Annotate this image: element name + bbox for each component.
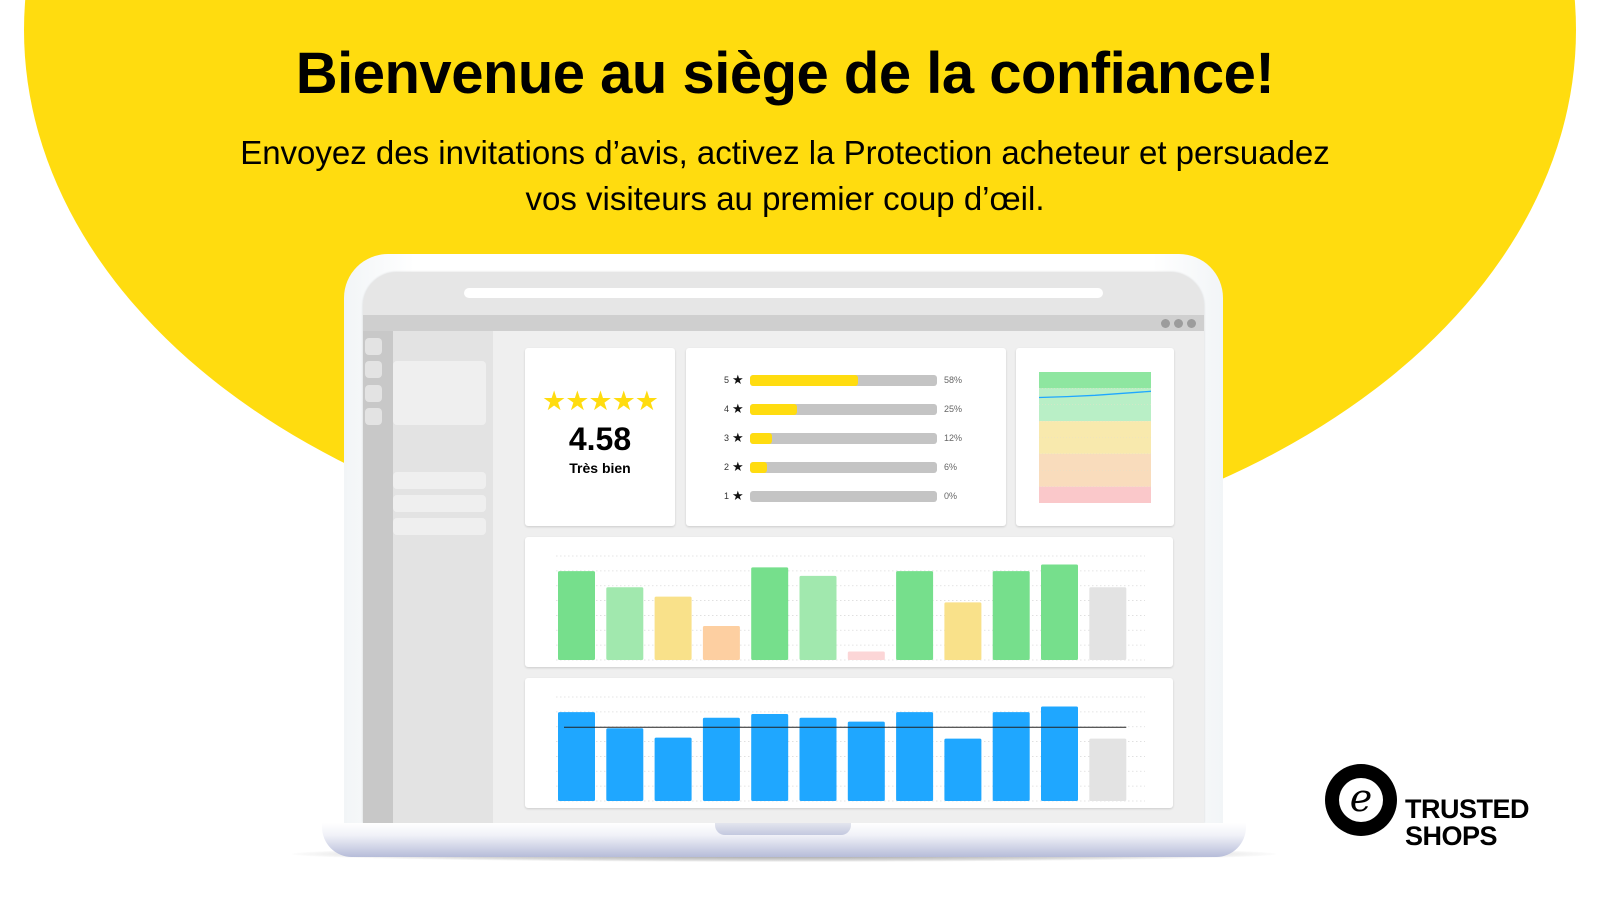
sidebar-item[interactable] [393, 472, 486, 489]
distribution-bar-fill [750, 403, 797, 415]
logo-wordmark: TRUSTED SHOPS [1405, 794, 1530, 851]
star-icon: ★ [732, 459, 744, 474]
star-level: 3 [724, 433, 730, 443]
star-icon: ★ [732, 372, 744, 387]
subtitle-line-2: vos visiteurs au premier coup d’œil. [525, 180, 1045, 217]
logo-line-2: SHOPS [1405, 821, 1498, 851]
laptop-screen: ★★★★★ 4.58 Très bien 5 ★ 58% 4 ★ 25% 3 ★… [363, 272, 1204, 823]
chart-bar [799, 717, 837, 801]
chart-bar [847, 651, 885, 660]
chart-bar [1089, 738, 1127, 801]
rail-button[interactable] [365, 385, 382, 402]
trend-band [1039, 388, 1151, 422]
chart-bar [558, 571, 595, 660]
page-title: Bienvenue au siège de la confiance! [295, 41, 1275, 106]
distribution-percent: 6% [944, 462, 958, 472]
chart-bar [1041, 564, 1078, 660]
star-icon: ★ [732, 401, 744, 416]
chart-bar [702, 717, 740, 801]
chart-bar [654, 737, 692, 801]
browser-toolbar [363, 315, 1204, 331]
chart-bar [896, 571, 934, 660]
chart-bar [944, 602, 982, 660]
distribution-row: 4 ★ 25% [724, 401, 963, 416]
rating-score: 4.58 [568, 421, 632, 457]
trend-band [1039, 486, 1151, 503]
rating-trend-chart [1039, 372, 1151, 503]
rail-button[interactable] [365, 338, 382, 355]
chart-bar [702, 625, 740, 660]
rating-trend-card [1016, 348, 1174, 526]
trusted-shops-logo: e TRUSTED SHOPS [1325, 764, 1545, 854]
star-level: 1 [724, 491, 730, 501]
orders-chart [556, 696, 1145, 802]
dot [1187, 319, 1196, 328]
distribution-bar-track [750, 461, 937, 473]
chart-bar [606, 728, 644, 801]
page-subtitle: Envoyez des invitations d’avis, activez … [0, 130, 1570, 222]
distribution-bar-track [750, 374, 937, 386]
star-level: 5 [724, 375, 730, 385]
star-level: 4 [724, 404, 730, 414]
subtitle-line-1: Envoyez des invitations d’avis, activez … [240, 134, 1330, 171]
chart-bar [992, 571, 1030, 660]
rating-distribution-card: 5 ★ 58% 4 ★ 25% 3 ★ 12% 2 ★ 6% 1 ★ 0% [686, 348, 1006, 526]
star-icon: ★ [732, 430, 744, 445]
chart-bar [1041, 706, 1078, 801]
rail-button[interactable] [365, 408, 382, 425]
star-icon: ★ [732, 488, 744, 503]
star-level: 2 [724, 462, 730, 472]
distribution-bar-track [750, 432, 937, 444]
address-bar[interactable] [464, 288, 1103, 298]
chart-bar [944, 738, 982, 801]
dot [1174, 319, 1183, 328]
trend-band [1039, 421, 1151, 454]
distribution-bar-track [750, 403, 937, 415]
distribution-percent: 25% [944, 404, 963, 414]
logo-line-1: TRUSTED [1405, 794, 1530, 824]
distribution-percent: 58% [944, 375, 963, 385]
distribution-row: 2 ★ 6% [724, 459, 958, 474]
sidebar-item[interactable] [393, 495, 486, 512]
chart-bar [558, 712, 595, 801]
rating-summary-card: ★★★★★ 4.58 Très bien [525, 348, 675, 526]
sidebar-item[interactable] [393, 518, 486, 535]
trend-band [1039, 372, 1151, 389]
star-rating-icons: ★★★★★ [541, 386, 659, 416]
distribution-bar-fill [750, 374, 859, 386]
chart-bar [799, 575, 837, 660]
rail-button[interactable] [365, 361, 382, 378]
distribution-row: 1 ★ 0% [724, 488, 958, 503]
browser-titlebar [363, 272, 1204, 315]
distribution-row: 3 ★ 12% [724, 430, 963, 445]
chart-bar [751, 567, 789, 660]
review-volume-chart [556, 555, 1145, 661]
chart-bar [1089, 587, 1127, 660]
distribution-row: 5 ★ 58% [724, 372, 963, 387]
chart-bar [654, 596, 692, 660]
chart-bar [992, 712, 1030, 801]
dot [1161, 319, 1170, 328]
more-dots-icon[interactable] [1161, 319, 1196, 328]
chart-bar [896, 712, 934, 801]
distribution-bar-fill [750, 461, 767, 473]
orders-chart-card [525, 678, 1173, 808]
laptop-notch [715, 823, 851, 835]
logo-glyph: e [1339, 778, 1383, 822]
distribution-percent: 0% [944, 491, 958, 501]
trend-band [1039, 453, 1151, 487]
icon-rail [363, 331, 393, 823]
review-volume-chart-card [525, 537, 1173, 667]
chart-bar [606, 587, 644, 660]
sidebar-profile-placeholder [393, 361, 486, 425]
rating-label: Très bien [569, 460, 631, 476]
trusted-shops-e-icon: e [1325, 764, 1397, 836]
distribution-bar-track [750, 490, 937, 502]
distribution-percent: 12% [944, 433, 963, 443]
distribution-bar-fill [750, 432, 773, 444]
sidebar [393, 331, 493, 823]
chart-bar [847, 721, 885, 801]
